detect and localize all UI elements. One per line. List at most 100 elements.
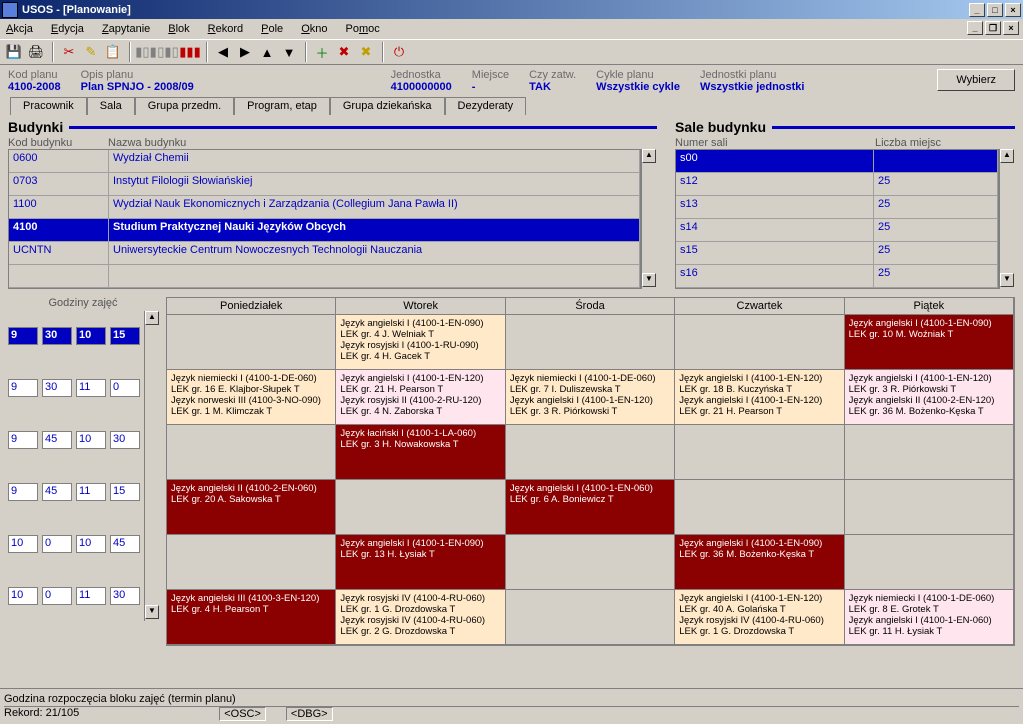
tab-pracownik[interactable]: Pracownik [10,97,87,115]
jednostki-value[interactable]: Wszystkie jednostki [700,81,805,93]
table-row[interactable]: 0600Wydział Chemii [9,150,640,173]
time-m1[interactable]: 0 [42,587,72,605]
time-h2[interactable]: 10 [76,535,106,553]
schedule-block[interactable]: Język angielski I (4100-1-EN-120)LEK gr.… [675,590,843,645]
tab-program-etap[interactable]: Program, etap [234,97,330,115]
tab-dezyderaty[interactable]: Dezyderaty [445,97,527,115]
schedule-block[interactable] [506,425,674,480]
schedule-block[interactable] [167,315,335,370]
time-m2[interactable]: 30 [110,431,140,449]
down-icon[interactable]: ▼ [281,44,297,60]
schedule-block[interactable]: Język angielski I (4100-1-EN-060)LEK gr.… [506,480,674,535]
time-m2[interactable]: 15 [110,327,140,345]
schedule-block[interactable] [845,425,1013,480]
schedule-block[interactable]: Język angielski I (4100-1-EN-120)LEK gr.… [336,370,504,425]
schedule-block[interactable] [675,425,843,480]
schedule-block[interactable]: Język niemiecki I (4100-1-DE-060)LEK gr.… [167,370,335,425]
first-icon[interactable]: ◀ [215,44,231,60]
schedule-block[interactable] [675,315,843,370]
edit-icon[interactable]: ✎ [83,44,99,60]
table-row[interactable]: 1100Wydział Nauk Ekonomicznych i Zarządz… [9,196,640,219]
schedule-block[interactable]: Język niemiecki I (4100-1-DE-060)LEK gr.… [506,370,674,425]
menu-akcja[interactable]: Akcja [6,23,33,35]
schedule-block[interactable] [167,425,335,480]
time-m2[interactable]: 0 [110,379,140,397]
schedule-block[interactable]: Język angielski I (4100-1-EN-090)LEK gr.… [336,315,504,370]
schedule-block[interactable] [506,315,674,370]
table-row[interactable]: s00 [676,150,998,173]
time-h1[interactable]: 9 [8,483,38,501]
schedule-block[interactable]: Język angielski I (4100-1-EN-120)LEK gr.… [675,370,843,425]
time-m2[interactable]: 45 [110,535,140,553]
schedule-block[interactable] [336,480,504,535]
menu-edycja[interactable]: Edycja [51,23,84,35]
table-row[interactable] [9,265,640,288]
schedule-block[interactable] [675,480,843,535]
schedule-block[interactable]: Język angielski III (4100-3-EN-120)LEK g… [167,590,335,645]
time-h2[interactable]: 11 [76,483,106,501]
schedule-block[interactable]: Język angielski I (4100-1-EN-120)LEK gr.… [845,370,1013,425]
cut-icon[interactable]: ✂ [61,44,77,60]
time-row[interactable]: 9451115 [8,467,140,517]
menu-zapytanie[interactable]: Zapytanie [102,23,150,35]
table-row[interactable]: s1425 [676,219,998,242]
time-m1[interactable]: 30 [42,379,72,397]
menu-blok[interactable]: Blok [168,23,189,35]
clear-icon[interactable]: ✖ [358,44,374,60]
bars3-icon[interactable]: ▮▮▮ [182,44,198,60]
time-row[interactable]: 9451030 [8,415,140,465]
time-m2[interactable]: 30 [110,587,140,605]
schedule-block[interactable]: Język angielski I (4100-1-EN-090)LEK gr.… [845,315,1013,370]
wybierz-button[interactable]: Wybierz [937,69,1015,91]
menu-rekord[interactable]: Rekord [208,23,243,35]
time-row[interactable]: 930110 [8,363,140,413]
time-row[interactable]: 1001045 [8,519,140,569]
menu-pomoc[interactable]: Pomoc [346,23,380,35]
child-restore-button[interactable]: ❐ [985,21,1001,35]
schedule-block[interactable]: Język angielski II (4100-2-EN-060)LEK gr… [167,480,335,535]
time-h2[interactable]: 11 [76,587,106,605]
table-row[interactable]: UCNTNUniwersyteckie Centrum Nowoczesnych… [9,242,640,265]
schedule-block[interactable] [845,480,1013,535]
time-h2[interactable]: 10 [76,431,106,449]
time-m1[interactable]: 45 [42,483,72,501]
time-m1[interactable]: 0 [42,535,72,553]
tab-sala[interactable]: Sala [87,97,135,115]
time-scrollbar[interactable]: ▲▼ [144,311,159,621]
minimize-button[interactable]: _ [969,3,985,17]
child-close-button[interactable]: × [1003,21,1019,35]
schedule-block[interactable]: Język niemiecki I (4100-1-DE-060)LEK gr.… [845,590,1013,645]
time-h2[interactable]: 10 [76,327,106,345]
cykle-value[interactable]: Wszystkie cykle [596,81,680,93]
up-icon[interactable]: ▲ [259,44,275,60]
budynki-scrollbar[interactable]: ▲▼ [641,149,657,289]
time-m1[interactable]: 30 [42,327,72,345]
table-row[interactable]: s1525 [676,242,998,265]
table-row[interactable]: 0703Instytut Filologii Słowiańskiej [9,173,640,196]
schedule-block[interactable] [506,535,674,590]
table-row[interactable]: s1225 [676,173,998,196]
time-m1[interactable]: 45 [42,431,72,449]
time-row[interactable]: 9301015 [8,311,140,361]
bars2-icon[interactable]: ▯▮▯ [160,44,176,60]
schedule-block[interactable] [167,535,335,590]
schedule-block[interactable] [845,535,1013,590]
schedule-block[interactable]: Język angielski I (4100-1-EN-090)LEK gr.… [336,535,504,590]
table-row[interactable]: s1325 [676,196,998,219]
schedule-block[interactable]: Język łaciński I (4100-1-LA-060)LEK gr. … [336,425,504,480]
schedule-block[interactable]: Język angielski I (4100-1-EN-090)LEK gr.… [675,535,843,590]
schedule-block[interactable] [506,590,674,645]
delete-icon[interactable]: ✖ [336,44,352,60]
paste-icon[interactable]: 📋 [105,44,121,60]
close-button[interactable]: × [1005,3,1021,17]
time-h2[interactable]: 11 [76,379,106,397]
time-row[interactable]: 1001130 [8,571,140,621]
time-h1[interactable]: 10 [8,587,38,605]
table-row[interactable]: s1625 [676,265,998,288]
table-row[interactable]: 4100Studium Praktycznej Nauki Języków Ob… [9,219,640,242]
maximize-button[interactable]: □ [987,3,1003,17]
print-icon[interactable]: 🖨 [28,44,44,60]
time-m2[interactable]: 15 [110,483,140,501]
tab-grupa-przedm[interactable]: Grupa przedm. [135,97,234,115]
time-h1[interactable]: 9 [8,327,38,345]
